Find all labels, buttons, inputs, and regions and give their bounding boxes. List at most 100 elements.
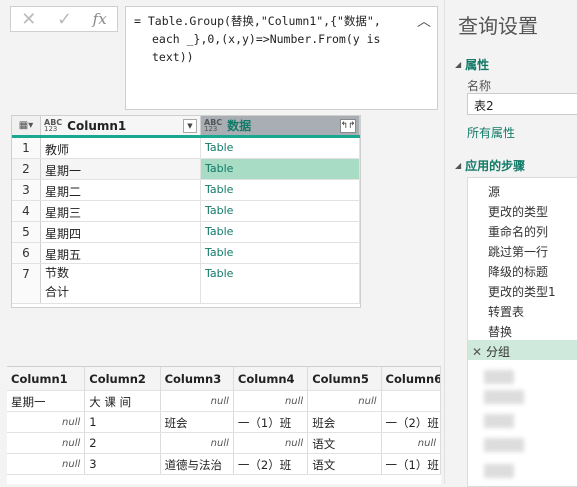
table-link-cell[interactable]: Table xyxy=(201,264,360,303)
preview-column-header: Column1 xyxy=(7,367,86,390)
preview-cell: 一（2）班 xyxy=(382,412,441,432)
column-name: Column1 xyxy=(67,118,127,133)
panel-title: 查询设置 xyxy=(458,14,538,38)
preview-cell: 班会 xyxy=(308,412,382,432)
cancel-icon[interactable]: ✕ xyxy=(21,9,36,30)
step-item[interactable]: 更改的类型 xyxy=(468,200,577,220)
step-item[interactable]: 转置表 xyxy=(468,300,577,320)
filter-dropdown-icon[interactable]: ▼ xyxy=(183,118,197,133)
table-cell[interactable]: 教师 xyxy=(41,138,201,158)
section-label: 应用的步骤 xyxy=(465,159,526,173)
expand-column-icon[interactable]: ↰↱ xyxy=(340,118,356,133)
all-properties-link[interactable]: 所有属性 xyxy=(467,124,515,141)
step-item[interactable]: 降级的标题 xyxy=(468,260,577,280)
preview-cell: null xyxy=(308,391,382,411)
preview-header-row: Column1 Column2 Column3 Column4 Column5 … xyxy=(7,367,441,391)
row-number: 5 xyxy=(12,222,41,242)
table-link-cell[interactable]: Table xyxy=(201,201,360,221)
applied-steps-section[interactable]: ◢ 应用的步骤 xyxy=(455,157,525,174)
row-number: 6 xyxy=(12,243,41,263)
preview-cell: null xyxy=(161,433,234,453)
section-label: 属性 xyxy=(465,58,490,72)
row-number: 3 xyxy=(12,180,41,200)
preview-row: null 2 null null 语文 null xyxy=(7,433,441,454)
preview-cell xyxy=(382,391,441,411)
formula-line-3: text)) xyxy=(152,50,194,64)
preview-cell: 语文 xyxy=(308,454,382,474)
preview-column-header: Column2 xyxy=(85,367,161,390)
table-link-cell[interactable]: Table xyxy=(201,243,360,263)
preview-cell: 2 xyxy=(85,433,161,453)
preview-cell: 语文 xyxy=(308,433,382,453)
row-number: 4 xyxy=(12,201,41,221)
table-cell[interactable]: 星期二 xyxy=(41,180,201,200)
step-item[interactable]: 更改的类型1 xyxy=(468,280,577,300)
step-label: 分组 xyxy=(486,345,511,359)
preview-column-header: Column5 xyxy=(308,367,382,390)
table-preview-grid: Column1 Column2 Column3 Column4 Column5 … xyxy=(7,366,441,484)
table-link-cell[interactable]: Table xyxy=(201,180,360,200)
query-settings-panel: 查询设置 ◢ 属性 名称 表2 所有属性 ◢ 应用的步骤 源 更改的类型 重命名… xyxy=(444,0,577,487)
step-item[interactable]: 源 xyxy=(468,180,577,200)
table-link-cell[interactable]: Table xyxy=(201,138,360,158)
column-name: 数据 xyxy=(227,119,252,133)
preview-cell: null xyxy=(161,391,234,411)
row-number: 1 xyxy=(12,138,41,158)
table-row[interactable]: 3 星期二 Table xyxy=(12,180,360,201)
any-type-icon[interactable]: ABC 123 xyxy=(44,118,62,133)
preview-row: 星期一 大 课 间 null null null xyxy=(7,391,441,412)
query-name-input[interactable]: 表2 xyxy=(467,93,577,115)
step-item[interactable]: 跳过第一行 xyxy=(468,240,577,260)
preview-cell: 一（1）班 xyxy=(234,412,309,432)
table-link-cell[interactable]: Table xyxy=(201,159,360,179)
column-header-data[interactable]: ABC 123 数据 ↰↱ xyxy=(201,116,360,135)
table-row[interactable]: 5 星期四 Table xyxy=(12,222,360,243)
preview-cell: 一（2）班 xyxy=(234,454,309,474)
preview-row: null 3 道德与法治 一（2）班 语文 一（1）班 xyxy=(7,454,441,475)
preview-cell: 一（1）班 xyxy=(382,454,441,474)
step-item[interactable]: 替换 xyxy=(468,320,577,340)
preview-column-header: Column3 xyxy=(161,367,234,390)
table-cell[interactable]: 星期五 xyxy=(41,243,201,263)
formula-buttons: ✕ ✓ fx xyxy=(10,6,118,32)
properties-section[interactable]: ◢ 属性 xyxy=(455,56,489,73)
table-cell[interactable]: 节数 合计 xyxy=(41,264,201,303)
formula-bar: ✕ ✓ fx = Table.Group(替换,"Column1",{"数据",… xyxy=(0,0,444,112)
collapse-formula-icon[interactable]: ︿ xyxy=(417,13,431,31)
applied-steps-list: 源 更改的类型 重命名的列 跳过第一行 降级的标题 更改的类型1 转置表 替换 … xyxy=(467,177,577,487)
preview-cell: null xyxy=(382,433,441,453)
table-menu-icon[interactable]: ▦▾ xyxy=(12,116,41,135)
row-number: 7 xyxy=(12,264,41,303)
table-link-cell[interactable]: Table xyxy=(201,222,360,242)
delete-step-icon[interactable]: ✕ xyxy=(468,345,486,359)
grid-header: ▦▾ ABC 123 Column1 ▼ ABC 123 数据 ↰↱ xyxy=(12,116,360,138)
step-item[interactable]: 重命名的列 xyxy=(468,220,577,240)
table-row-selected[interactable]: 2 星期一 Table xyxy=(12,159,360,180)
query-result-grid: ▦▾ ABC 123 Column1 ▼ ABC 123 数据 ↰↱ 1 教师 Ta… xyxy=(11,115,361,308)
any-type-icon[interactable]: ABC 123 xyxy=(204,118,222,133)
column-header-column1[interactable]: ABC 123 Column1 ▼ xyxy=(41,116,201,135)
table-row[interactable]: 1 教师 Table xyxy=(12,138,360,159)
preview-cell: 大 课 间 xyxy=(85,391,161,411)
preview-cell: 班会 xyxy=(161,412,234,432)
formula-line-2: each _},0,(x,y)=>Number.From(y is xyxy=(152,32,381,46)
cell-line: 合计 xyxy=(45,285,70,299)
commit-icon[interactable]: ✓ xyxy=(57,9,72,30)
table-cell[interactable]: 星期四 xyxy=(41,222,201,242)
table-cell[interactable]: 星期三 xyxy=(41,201,201,221)
collapse-triangle-icon[interactable]: ◢ xyxy=(455,60,461,69)
table-row[interactable]: 7 节数 合计 Table xyxy=(12,264,360,304)
fx-icon[interactable]: fx xyxy=(93,10,107,28)
table-cell[interactable]: 星期一 xyxy=(41,159,201,179)
preview-cell: 3 xyxy=(85,454,161,474)
step-item-active[interactable]: ✕ 分组 xyxy=(468,340,577,360)
preview-column-header: Column4 xyxy=(234,367,309,390)
preview-cell: null xyxy=(7,412,86,432)
preview-cell: null xyxy=(234,391,309,411)
preview-column-header: Column6 xyxy=(382,367,441,390)
formula-editor[interactable]: = Table.Group(替换,"Column1",{"数据", each _… xyxy=(125,6,438,110)
table-row[interactable]: 6 星期五 Table xyxy=(12,243,360,264)
collapse-triangle-icon[interactable]: ◢ xyxy=(455,161,461,170)
table-row[interactable]: 4 星期三 Table xyxy=(12,201,360,222)
row-number: 2 xyxy=(12,159,41,179)
